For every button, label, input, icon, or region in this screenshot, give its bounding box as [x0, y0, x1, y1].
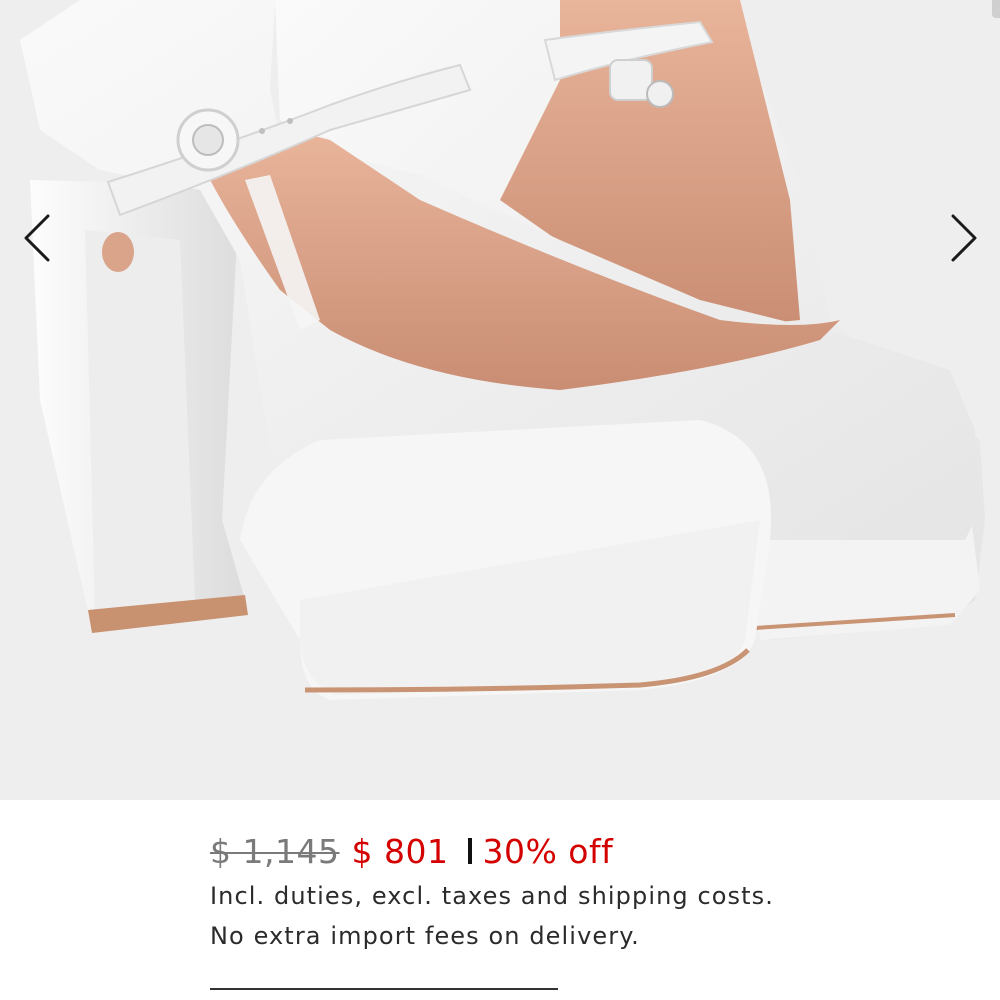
- original-price: $ 1,145: [210, 831, 340, 871]
- import-fees-text: No extra import fees on delivery.: [210, 922, 640, 950]
- discount-label: 30% off: [482, 831, 614, 871]
- price-info: Incl. duties, excl. taxes and shipping c…: [210, 876, 774, 956]
- previous-image-button[interactable]: [6, 208, 66, 268]
- next-image-button[interactable]: [935, 208, 995, 268]
- chevron-right-icon: [951, 214, 977, 262]
- divider: [210, 988, 558, 990]
- price-divider: [468, 838, 473, 864]
- chevron-left-icon: [24, 214, 50, 262]
- scroll-indicator: [992, 0, 1000, 18]
- product-image: [20, 0, 985, 700]
- price-row: $ 1,145 $ 801 30% off: [210, 828, 613, 874]
- tax-info-text: Incl. duties, excl. taxes and shipping c…: [210, 882, 774, 910]
- product-image-gallery[interactable]: [0, 0, 1000, 800]
- sale-price: $ 801: [351, 831, 449, 871]
